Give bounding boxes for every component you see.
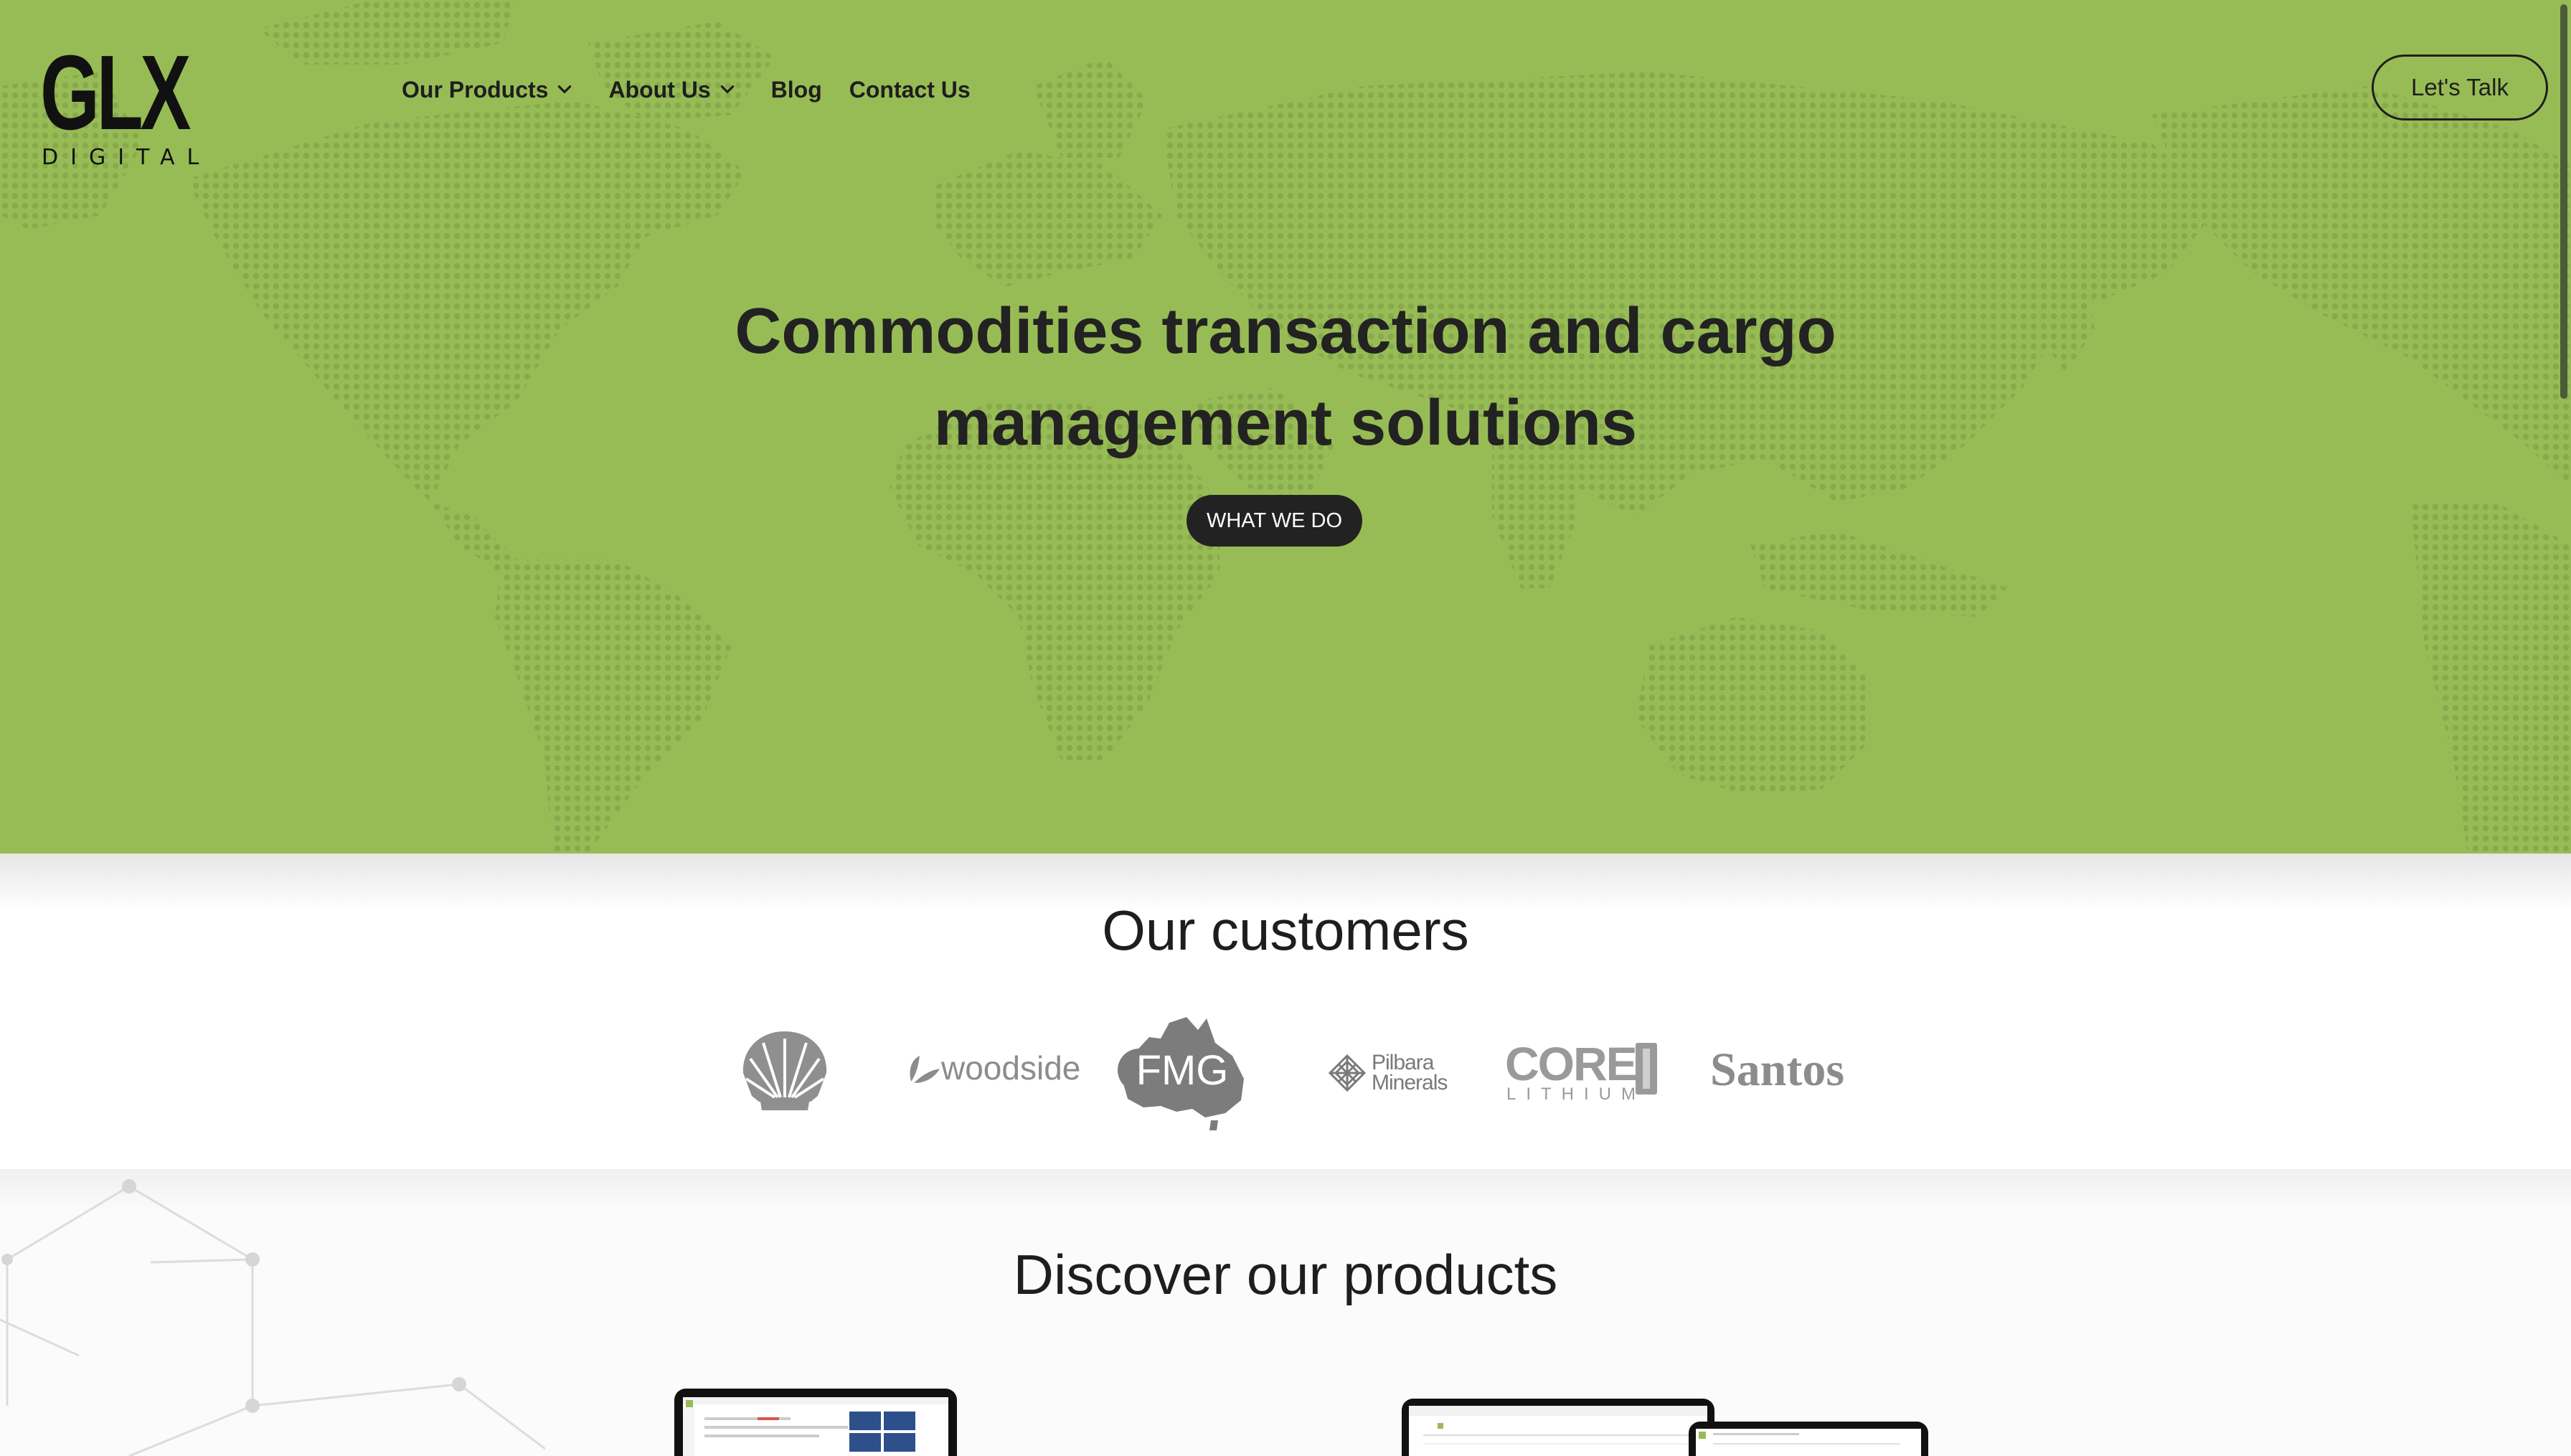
pilbara-diamond-icon bbox=[1329, 1054, 1366, 1092]
product-mockup-tablet[interactable] bbox=[1689, 1422, 1928, 1456]
product-mockup-laptop[interactable] bbox=[1402, 1399, 1714, 1456]
product-screenshot bbox=[1409, 1406, 1707, 1456]
chevron-down-icon bbox=[720, 85, 734, 94]
nav-item-label: About Us bbox=[608, 76, 711, 103]
logo-wordmark: GLX bbox=[40, 34, 191, 152]
product-screenshot bbox=[683, 1397, 948, 1456]
woodside-leaf-icon bbox=[910, 1056, 940, 1083]
products-title: Discover our products bbox=[1013, 1243, 1558, 1306]
lets-talk-button[interactable]: Let's Talk bbox=[2372, 55, 2548, 120]
main-navigation: Our Products About Us Blog Contact Us bbox=[402, 72, 1005, 108]
scrollbar-thumb[interactable] bbox=[2560, 4, 2567, 399]
woodside-logo: woodside bbox=[905, 1049, 1080, 1087]
product-screenshot bbox=[1696, 1429, 1921, 1456]
customer-logo-row: woodside FMG Pilbara Minerals CORE LITHI… bbox=[0, 1004, 2571, 1148]
nav-item-our-products[interactable]: Our Products bbox=[402, 77, 574, 103]
nav-item-label: Contact Us bbox=[849, 76, 971, 103]
fmg-wordmark: FMG bbox=[1136, 1047, 1229, 1094]
customers-title: Our customers bbox=[1102, 899, 1469, 962]
pilbara-line-1: Pilbara bbox=[1372, 1051, 1434, 1074]
pilbara-wordmark: Pilbara Minerals bbox=[1372, 1051, 1448, 1095]
core-wordmark: CORE bbox=[1505, 1037, 1638, 1090]
hexagon-pattern-background bbox=[0, 1179, 545, 1456]
nav-item-blog[interactable]: Blog bbox=[771, 77, 822, 103]
woodside-wordmark: woodside bbox=[941, 1049, 1081, 1087]
pilbara-minerals-logo: Pilbara Minerals bbox=[1329, 1051, 1448, 1095]
core-lithium-logo: CORE LITHIUM bbox=[1505, 1040, 1663, 1105]
shell-logo bbox=[742, 1031, 827, 1110]
fmg-logo: FMG bbox=[1118, 1017, 1244, 1130]
santos-logo: Santos bbox=[1710, 1044, 1845, 1096]
nav-item-label: Our Products bbox=[402, 76, 549, 103]
what-we-do-button[interactable]: WHAT WE DO bbox=[1187, 495, 1362, 547]
chevron-down-icon bbox=[558, 85, 572, 94]
nav-item-contact-us[interactable]: Contact Us bbox=[849, 77, 971, 103]
nav-item-about-us[interactable]: About Us bbox=[608, 77, 736, 103]
nav-item-label: Blog bbox=[770, 76, 822, 103]
product-mockup-laptop[interactable] bbox=[674, 1389, 957, 1456]
hero-section: GLX DIGITAL Our Products About Us Blog C… bbox=[0, 0, 2571, 854]
lithium-wordmark: LITHIUM bbox=[1506, 1084, 1646, 1104]
pilbara-line-2: Minerals bbox=[1372, 1071, 1448, 1095]
battery-icon bbox=[1636, 1043, 1657, 1095]
glx-digital-logo[interactable]: GLX DIGITAL bbox=[40, 34, 212, 172]
hero-title: Commodities transaction and cargo manage… bbox=[735, 296, 1836, 459]
logo-subtitle: DIGITAL bbox=[42, 145, 212, 170]
